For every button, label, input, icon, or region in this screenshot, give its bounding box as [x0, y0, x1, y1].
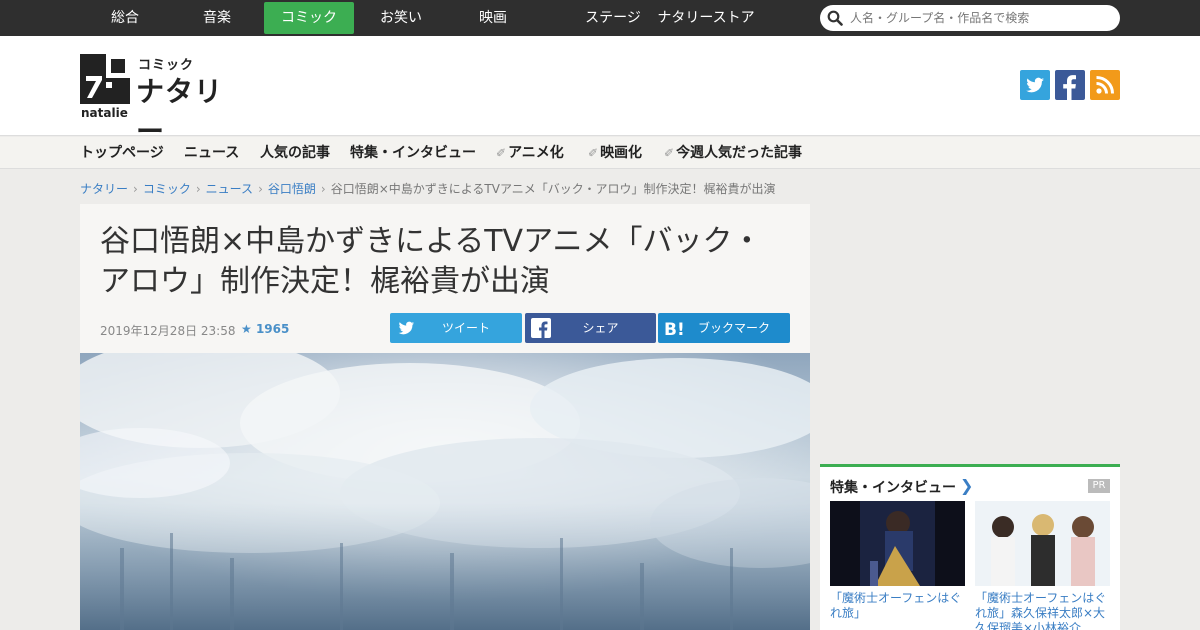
chevron-right-icon: › [320, 182, 326, 196]
feature-title[interactable]: 特集・インタビュー [830, 477, 956, 497]
site-logo[interactable]: コミック ナタリー natalie [80, 54, 250, 148]
star-icon: ★ [241, 322, 252, 336]
nav-top-page[interactable]: トップページ [80, 137, 164, 169]
pencil-icon: ✐ [664, 146, 675, 160]
facebook-link[interactable] [1055, 70, 1085, 100]
logo-wordmark: natalie [81, 106, 128, 120]
share-label: シェア [582, 321, 619, 335]
breadcrumb-natalie[interactable]: ナタリー [80, 182, 128, 196]
nav-weekly-popular[interactable]: ✐ 今週人気だった記事 [664, 137, 802, 169]
tweet-label: ツイート [441, 321, 490, 335]
rss-link[interactable] [1090, 70, 1120, 100]
chevron-right-icon[interactable]: ❯ [960, 476, 973, 495]
bookmark-label: ブックマーク [697, 321, 770, 335]
twitter-icon [1026, 77, 1044, 93]
feature-thumbnail [975, 501, 1110, 586]
feature-thumbnail [830, 501, 965, 586]
pencil-icon: ✐ [496, 146, 507, 160]
rss-icon [1096, 76, 1114, 94]
hatena-bookmark-button[interactable]: B! ブックマーク [658, 313, 790, 343]
nav-anime-label: アニメ化 [508, 145, 564, 161]
breadcrumb-current: 谷口悟朗×中島かずきによるTVアニメ「バック・アロウ」制作決定！梶裕貴が出演 [330, 182, 776, 196]
breadcrumb-comic[interactable]: コミック [143, 182, 191, 196]
star-count[interactable]: ★ 1965 [241, 322, 289, 336]
search-input[interactable] [850, 8, 1110, 28]
tweet-button[interactable]: ツイート [390, 313, 522, 343]
facebook-share-button[interactable]: シェア [525, 313, 656, 343]
breadcrumb-artist[interactable]: 谷口悟朗 [268, 182, 316, 196]
genre-tab-general[interactable]: 総合 [80, 2, 170, 34]
twitter-link[interactable] [1020, 70, 1050, 100]
search-icon [827, 10, 843, 26]
article-title: 谷口悟朗×中島かずきによるTVアニメ「バック・アロウ」制作決定！梶裕貴が出演 [100, 224, 762, 299]
nav-anime[interactable]: ✐ アニメ化 [496, 137, 564, 169]
facebook-icon [1063, 75, 1076, 100]
genre-tab-comic[interactable]: コミック [264, 2, 354, 34]
article-hero-image [80, 353, 810, 630]
genre-tab-music[interactable]: 音楽 [172, 2, 262, 34]
chevron-right-icon: › [258, 182, 263, 196]
chevron-right-icon: › [195, 182, 201, 196]
star-count-value: 1965 [255, 322, 290, 336]
article-date: 2019年12月28日 23:58 [100, 324, 236, 338]
site-header: コミック ナタリー natalie [0, 36, 1200, 148]
feature-caption: 「魔術士オーフェンはぐれ旅」 [830, 591, 962, 620]
natalie-logo-icon [80, 54, 130, 104]
search-box[interactable] [820, 5, 1120, 31]
nav-feature[interactable]: 特集・インタビュー [350, 137, 476, 169]
article-card: 谷口悟朗×中島かずきによるTVアニメ「バック・アロウ」制作決定！梶裕貴が出演 2… [80, 204, 810, 630]
nav-news[interactable]: ニュース [184, 137, 239, 169]
genre-tab-movie[interactable]: 映画 [448, 2, 538, 34]
feature-card[interactable]: 「魔術士オーフェンはぐれ旅」森久保祥太郎×大久保瑠美×小林裕介 [975, 501, 1110, 630]
genre-tab-store[interactable]: ナタリーストア [646, 2, 766, 34]
category-navbar: トップページ ニュース 人気の記事 特集・インタビュー ✐ アニメ化 ✐ 映画化 ✐… [0, 137, 1200, 169]
chevron-right-icon: › [133, 182, 138, 196]
pencil-icon: ✐ [588, 146, 599, 160]
feature-caption: 「魔術士オーフェンはぐれ旅」森久保祥太郎×大久保瑠美×小林裕介 [975, 591, 1107, 630]
genre-navbar: 総合 音楽 コミック お笑い 映画 ステージ ナタリーストア [0, 0, 1200, 36]
feature-card[interactable]: 「魔術士オーフェンはぐれ旅」 [830, 501, 965, 621]
nav-movie-label: 映画化 [600, 145, 643, 161]
nav-movie-adaptation[interactable]: ✐ 映画化 [588, 137, 642, 169]
feature-interview-box: 特集・インタビュー ❯ PR 「魔術士オーフェンはぐれ旅」 「魔術士オーフェンは… [820, 464, 1120, 630]
breadcrumb-news[interactable]: ニュース [206, 182, 253, 196]
nav-popular[interactable]: 人気の記事 [260, 137, 330, 169]
pr-badge: PR [1088, 479, 1110, 493]
genre-tab-owarai[interactable]: お笑い [356, 2, 446, 34]
nav-weekly-label: 今週人気だった記事 [676, 145, 803, 161]
breadcrumb: ナタリー › コミック › ニュース › 谷口悟朗 › 谷口悟朗×中島かずきによるTVアニメ「バ… [80, 180, 775, 198]
